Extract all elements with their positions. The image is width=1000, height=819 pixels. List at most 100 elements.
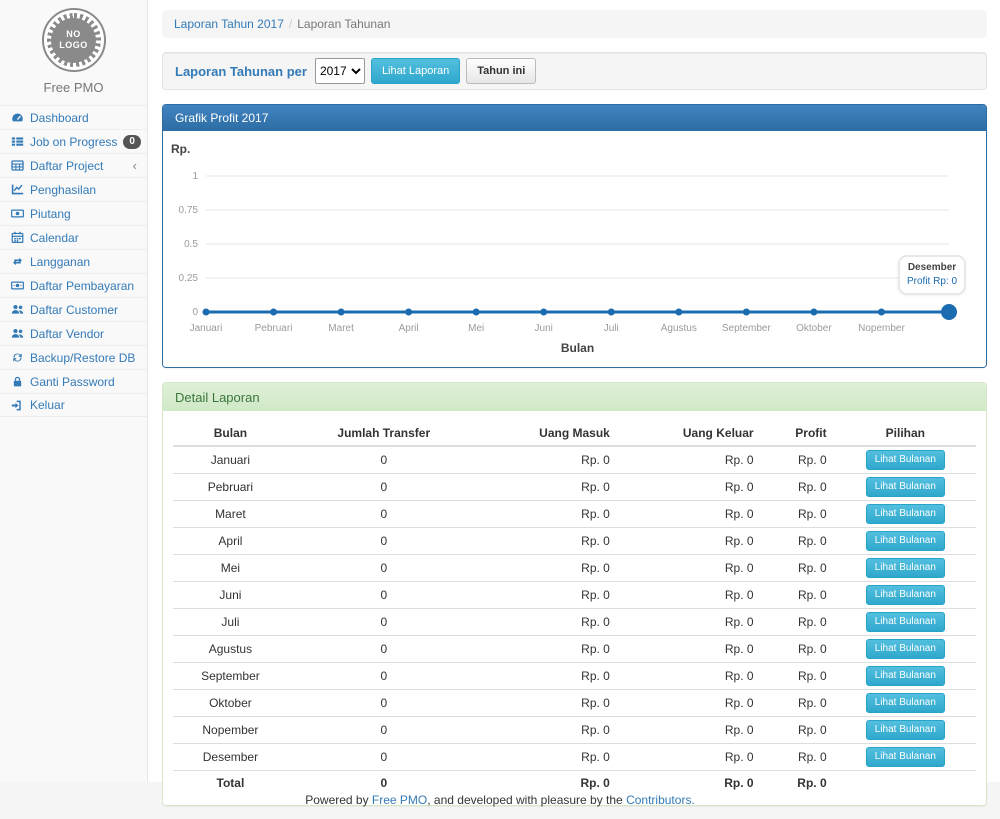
table-row: Pebruari0Rp. 0Rp. 0Rp. 0Lihat Bulanan: [173, 474, 976, 501]
chart-tooltip: Desember Profit Rp: 0: [898, 255, 966, 295]
chart-line-icon: [10, 183, 24, 196]
users-icon: [10, 327, 24, 340]
table-cell: Lihat Bulanan: [835, 555, 976, 582]
table-cell: Agustus: [173, 636, 288, 663]
lihat-bulanan-button[interactable]: Lihat Bulanan: [866, 558, 945, 578]
table-cell: Rp. 0: [618, 582, 762, 609]
table-row: Agustus0Rp. 0Rp. 0Rp. 0Lihat Bulanan: [173, 636, 976, 663]
sidebar-item-penghasilan[interactable]: Penghasilan: [0, 177, 147, 201]
sidebar-item-daftar-vendor[interactable]: Daftar Vendor: [0, 321, 147, 345]
table-cell: September: [173, 663, 288, 690]
report-filter-bar: Laporan Tahunan per 2017 Lihat Laporan T…: [162, 52, 987, 90]
breadcrumb-link[interactable]: Laporan Tahun 2017: [174, 17, 284, 31]
free-pmo-link[interactable]: Free PMO: [372, 793, 427, 807]
total-cell: Rp. 0: [480, 771, 618, 796]
table-row: April0Rp. 0Rp. 0Rp. 0Lihat Bulanan: [173, 528, 976, 555]
lihat-laporan-button[interactable]: Lihat Laporan: [371, 58, 460, 84]
table-cell: Lihat Bulanan: [835, 690, 976, 717]
sidebar-item-keluar[interactable]: Keluar: [0, 393, 147, 417]
svg-text:Januari: Januari: [190, 323, 223, 334]
table-cell: Rp. 0: [480, 663, 618, 690]
table-cell: Desember: [173, 744, 288, 771]
detail-panel-title: Detail Laporan: [163, 383, 986, 411]
table-cell: Rp. 0: [762, 744, 835, 771]
year-select[interactable]: 2017: [315, 58, 365, 84]
lihat-bulanan-button[interactable]: Lihat Bulanan: [866, 639, 945, 659]
table-row: Nopember0Rp. 0Rp. 0Rp. 0Lihat Bulanan: [173, 717, 976, 744]
total-cell: [835, 771, 976, 796]
lihat-bulanan-button[interactable]: Lihat Bulanan: [866, 531, 945, 551]
sidebar-menu: Dashboard Job on Progress 0 Daftar Proje…: [0, 105, 147, 417]
retweet-icon: [10, 255, 24, 268]
profit-chart: 00.250.50.751JanuariPebruariMaretAprilMe…: [163, 131, 986, 367]
column-header: Uang Keluar: [618, 421, 762, 446]
table-cell: Rp. 0: [762, 446, 835, 474]
lihat-bulanan-button[interactable]: Lihat Bulanan: [866, 612, 945, 632]
lihat-bulanan-button[interactable]: Lihat Bulanan: [866, 666, 945, 686]
lihat-bulanan-button[interactable]: Lihat Bulanan: [866, 693, 945, 713]
table-cell: Rp. 0: [618, 555, 762, 582]
table-cell: Oktober: [173, 690, 288, 717]
table-cell: 0: [288, 690, 480, 717]
table-cell: Rp. 0: [762, 717, 835, 744]
table-cell: Rp. 0: [618, 744, 762, 771]
dashboard-icon: [10, 111, 24, 124]
table-cell: Lihat Bulanan: [835, 582, 976, 609]
table-cell: Rp. 0: [618, 717, 762, 744]
svg-text:Mei: Mei: [468, 323, 484, 334]
table-cell: Lihat Bulanan: [835, 744, 976, 771]
svg-text:Agustus: Agustus: [661, 323, 697, 334]
table-cell: 0: [288, 663, 480, 690]
tahun-ini-button[interactable]: Tahun ini: [466, 58, 536, 84]
sidebar-item-ganti-password[interactable]: Ganti Password: [0, 369, 147, 393]
breadcrumb-separator: /: [284, 17, 297, 31]
table-cell: Mei: [173, 555, 288, 582]
table-cell: 0: [288, 446, 480, 474]
table-cell: Lihat Bulanan: [835, 636, 976, 663]
table-cell: 0: [288, 555, 480, 582]
total-cell: 0: [288, 771, 480, 796]
table-cell: Rp. 0: [480, 446, 618, 474]
lihat-bulanan-button[interactable]: Lihat Bulanan: [866, 720, 945, 740]
svg-text:Nopember: Nopember: [858, 323, 905, 334]
sidebar-item-dashboard[interactable]: Dashboard: [0, 105, 147, 129]
lihat-bulanan-button[interactable]: Lihat Bulanan: [866, 477, 945, 497]
page: NO LOGO Free PMO Dashboard Job on Progre…: [0, 0, 1000, 782]
count-badge: 0: [123, 135, 141, 149]
column-header: Jumlah Transfer: [288, 421, 480, 446]
table-row: Oktober0Rp. 0Rp. 0Rp. 0Lihat Bulanan: [173, 690, 976, 717]
sign-out-icon: [10, 399, 24, 412]
refresh-icon: [10, 351, 24, 364]
table-cell: Rp. 0: [618, 609, 762, 636]
table-total-row: Total0Rp. 0Rp. 0Rp. 0: [173, 771, 976, 796]
column-header: Uang Masuk: [480, 421, 618, 446]
sidebar-item-piutang[interactable]: Piutang: [0, 201, 147, 225]
svg-text:0.75: 0.75: [179, 205, 199, 216]
table-cell: Rp. 0: [618, 690, 762, 717]
table-cell: Rp. 0: [618, 474, 762, 501]
filter-label: Laporan Tahunan per: [175, 64, 307, 79]
main-content: Laporan Tahun 2017/Laporan Tahunan Lapor…: [148, 0, 1000, 782]
sidebar-item-langganan[interactable]: Langganan: [0, 249, 147, 273]
sidebar-item-daftar-customer[interactable]: Daftar Customer: [0, 297, 147, 321]
svg-text:1: 1: [192, 171, 198, 182]
sidebar-item-daftar-pembayaran[interactable]: Daftar Pembayaran: [0, 273, 147, 297]
sidebar-item-daftar-project[interactable]: Daftar Project ‹: [0, 153, 147, 177]
lihat-bulanan-button[interactable]: Lihat Bulanan: [866, 747, 945, 767]
sidebar-item-calendar[interactable]: Calendar: [0, 225, 147, 249]
lihat-bulanan-button[interactable]: Lihat Bulanan: [866, 585, 945, 605]
lock-icon: [10, 375, 24, 388]
column-header: Bulan: [173, 421, 288, 446]
lihat-bulanan-button[interactable]: Lihat Bulanan: [866, 504, 945, 524]
contributors-link[interactable]: Contributors.: [626, 793, 695, 807]
table-cell: Rp. 0: [762, 474, 835, 501]
sidebar-item-backup-restore-db[interactable]: Backup/Restore DB: [0, 345, 147, 369]
table-cell: Rp. 0: [762, 609, 835, 636]
chart-panel-title: Grafik Profit 2017: [163, 105, 986, 131]
table-cell: Rp. 0: [762, 528, 835, 555]
sidebar-item-job-on-progress[interactable]: Job on Progress 0: [0, 129, 147, 153]
table-row: Januari0Rp. 0Rp. 0Rp. 0Lihat Bulanan: [173, 446, 976, 474]
table-cell: Rp. 0: [480, 501, 618, 528]
lihat-bulanan-button[interactable]: Lihat Bulanan: [866, 450, 945, 470]
chevron-left-icon: ‹: [133, 160, 137, 172]
